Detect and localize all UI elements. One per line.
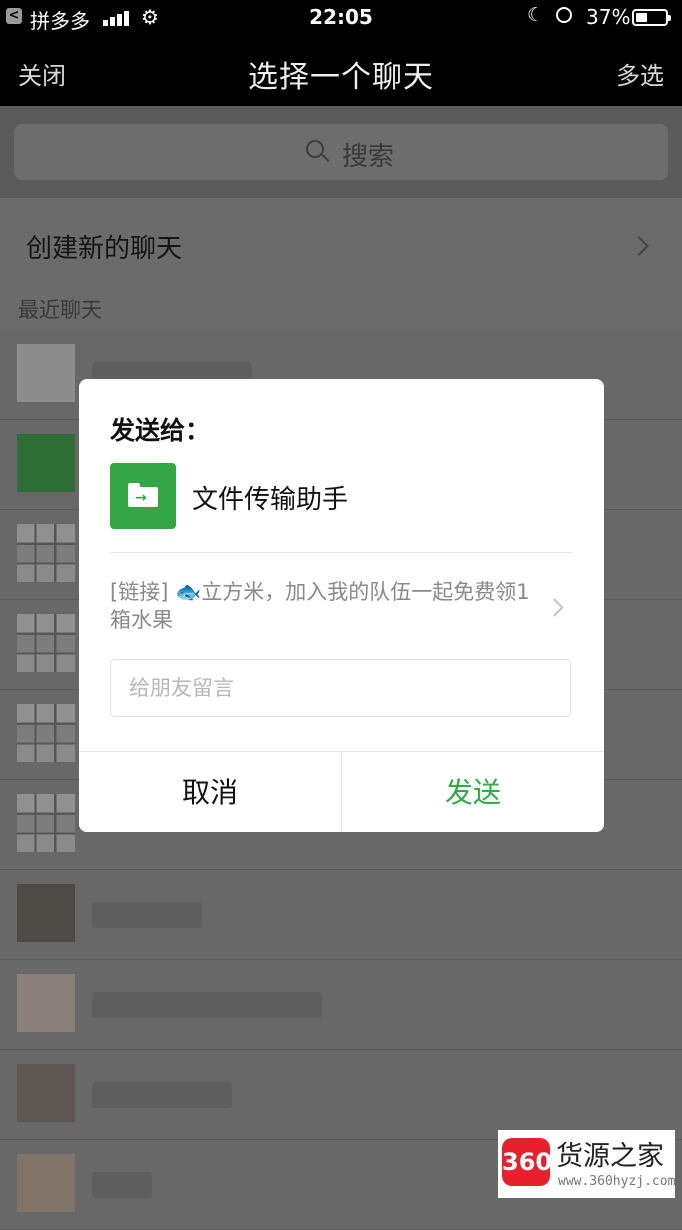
avatar — [17, 884, 75, 942]
avatar — [17, 344, 75, 402]
moon-icon: ☾ — [527, 4, 545, 26]
page-title: 选择一个聊天 — [248, 60, 434, 95]
blurred-name — [92, 902, 202, 928]
search-input[interactable]: 搜索 — [14, 124, 668, 180]
battery-percent: 37% — [586, 5, 631, 29]
rotation-lock-icon — [556, 7, 572, 23]
divider — [110, 552, 572, 553]
chevron-right-icon — [545, 598, 564, 617]
multi-select-button[interactable]: 多选 — [616, 56, 664, 91]
folder-icon: → — [128, 483, 158, 507]
list-item[interactable] — [0, 1050, 682, 1140]
list-item[interactable] — [0, 960, 682, 1050]
search-icon — [306, 140, 324, 158]
avatar — [17, 1154, 75, 1212]
avatar — [17, 974, 75, 1032]
blurred-name — [92, 1172, 152, 1198]
nav-bar: 关闭 选择一个聊天 多选 — [0, 36, 682, 106]
new-chat-row[interactable]: 创建新的聊天 — [0, 198, 682, 294]
blurred-name — [92, 992, 322, 1018]
avatar — [17, 434, 75, 492]
search-area: 搜索 — [0, 106, 682, 198]
recipient-avatar: → — [110, 463, 176, 529]
cancel-button[interactable]: 取消 — [79, 752, 342, 832]
status-bar: < 拼多多 ⚙ 22:05 ☾ 37% — [0, 0, 682, 36]
message-input[interactable] — [110, 659, 571, 717]
avatar — [17, 614, 75, 672]
watermark-name: 货源之家 — [556, 1141, 664, 1172]
watermark-logo: 360 — [502, 1138, 552, 1186]
battery-icon — [632, 9, 671, 26]
avatar — [17, 704, 75, 762]
search-placeholder: 搜索 — [342, 142, 395, 172]
recipient-name: 文件传输助手 — [192, 485, 349, 515]
blurred-name — [92, 1082, 232, 1108]
chevron-right-icon — [629, 236, 649, 256]
watermark: 360 货源之家 www.360hyzj.com — [498, 1130, 675, 1198]
avatar — [17, 794, 75, 852]
dialog-actions: 取消 发送 — [79, 751, 604, 832]
send-button[interactable]: 发送 — [342, 752, 604, 832]
list-item[interactable] — [0, 870, 682, 960]
dialog-title: 发送给： — [110, 416, 211, 445]
watermark-url: www.360hyzj.com — [558, 1174, 676, 1189]
send-dialog: 发送给： → 文件传输助手 [链接] 🐟立方米，加入我的队伍一起免费领1箱水果 … — [79, 379, 604, 832]
avatar — [17, 1064, 75, 1122]
avatar — [17, 524, 75, 582]
clock: 22:05 — [309, 5, 373, 29]
message-preview[interactable]: [链接] 🐟立方米，加入我的队伍一起免费领1箱水果 — [110, 578, 535, 634]
new-chat-label: 创建新的聊天 — [26, 234, 183, 264]
recent-chats-header: 最近聊天 — [18, 298, 102, 322]
